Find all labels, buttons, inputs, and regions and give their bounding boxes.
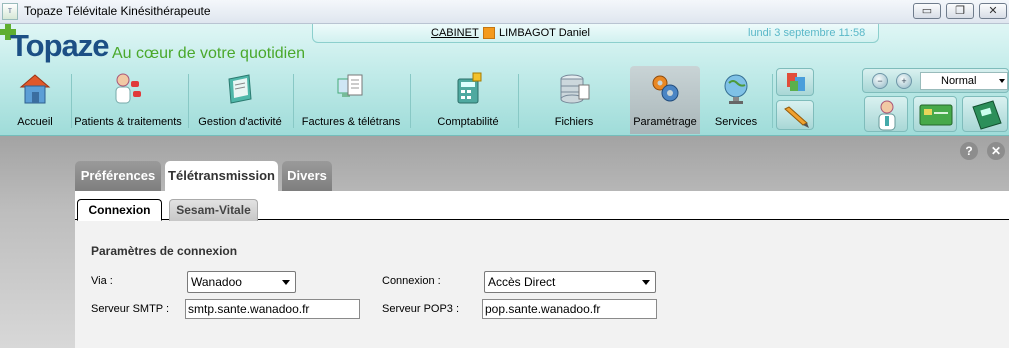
ribbon-label: Services (714, 116, 758, 128)
vitale-card-button[interactable] (913, 96, 957, 132)
ribbon-label: Paramétrage (633, 116, 697, 128)
app-logo: Topaze (10, 28, 109, 63)
zoom-in-button[interactable]: + (896, 73, 912, 89)
via-select[interactable]: Wanadoo (187, 271, 296, 293)
globe-icon (724, 74, 748, 104)
card-reader-button[interactable] (962, 96, 1008, 132)
ribbon-label: Fichiers (554, 116, 594, 128)
doctor-icon (878, 100, 896, 131)
ribbon-label: Patients & traitements (74, 116, 182, 128)
app-header: Topaze Au cœur de votre quotidien CABINE… (0, 24, 1009, 136)
user-color-indicator (483, 27, 495, 39)
connexion-select-value: Accès Direct (488, 275, 556, 289)
gears-icon (652, 75, 679, 102)
current-date: lundi 3 septembre 11:58 (748, 27, 866, 39)
ribbon-label: Accueil (17, 116, 53, 128)
smtp-label: Serveur SMTP : (91, 303, 170, 315)
house-icon (19, 74, 51, 104)
ribbon-label: Comptabilité (437, 116, 499, 128)
teletransmission-panel: Connexion Sesam-Vitale Paramètres de con… (75, 191, 1009, 348)
chevron-down-icon (999, 79, 1005, 83)
cabinet-link[interactable]: CABINET (431, 27, 479, 39)
tab-divers[interactable]: Divers (282, 161, 332, 191)
status-bar: CABINET LIMBAGOT Daniel lundi 3 septembr… (312, 24, 879, 43)
chevron-down-icon (282, 280, 290, 285)
ribbon-item-fichiers[interactable]: Fichiers (528, 66, 620, 134)
window-title: Topaze Télévitale Kinésithérapeute (24, 4, 211, 18)
section-title: Paramètres de connexion (91, 244, 238, 258)
patients-icon (115, 73, 141, 104)
ribbon-label: Factures & télétrans (301, 116, 401, 128)
invoices-icon (337, 74, 363, 97)
vitale-card-icon (919, 104, 953, 126)
close-window-button[interactable]: ✕ (979, 3, 1007, 19)
tools-button[interactable] (776, 68, 814, 96)
connexion-label: Connexion : (382, 275, 441, 287)
subtab-strip: Connexion Sesam-Vitale (75, 191, 1009, 221)
ribbon-item-factures[interactable]: Factures & télétrans (296, 66, 406, 134)
chevron-down-icon (642, 280, 650, 285)
card-reader-icon (972, 100, 1002, 130)
subtab-connexion[interactable]: Connexion (77, 199, 162, 221)
ribbon-item-parametrage[interactable]: Paramétrage (630, 66, 700, 134)
close-panel-button[interactable]: ✕ (987, 142, 1005, 160)
content-area: ? ✕ Préférences Télétransmission Divers … (0, 136, 1009, 348)
app-tagline: Au cœur de votre quotidien (112, 45, 305, 62)
zoom-select[interactable]: Normal (920, 72, 1008, 90)
calculator-icon (457, 72, 482, 104)
pop3-label: Serveur POP3 : (382, 303, 460, 315)
ribbon-label: Gestion d'activité (198, 116, 282, 128)
user-name: LIMBAGOT Daniel (499, 27, 590, 39)
ribbon-item-patients[interactable]: Patients & traitements (72, 66, 184, 134)
connexion-select[interactable]: Accès Direct (484, 271, 656, 293)
ribbon-item-comptabilite[interactable]: Comptabilité (420, 66, 516, 134)
help-button[interactable]: ? (960, 142, 978, 160)
tools-icon (787, 73, 805, 91)
ribbon-item-accueil[interactable]: Accueil (2, 66, 68, 134)
ribbon-item-services[interactable]: Services (706, 66, 766, 134)
zoom-panel: − + Normal (862, 68, 1009, 93)
pop3-server-input[interactable]: pop.sante.wanadoo.fr (482, 299, 657, 319)
tab-preferences[interactable]: Préférences (75, 161, 161, 191)
database-icon (560, 74, 590, 104)
ribbon-item-gestion[interactable]: Gestion d'activité (192, 66, 288, 134)
pencil-button[interactable] (776, 100, 814, 130)
zoom-out-button[interactable]: − (872, 73, 888, 89)
subtab-sesam-vitale[interactable]: Sesam-Vitale (169, 199, 258, 221)
minimize-button[interactable]: ▭ (913, 3, 941, 19)
pencil-icon (784, 106, 809, 128)
zoom-select-value: Normal (941, 75, 977, 87)
smtp-server-input[interactable]: smtp.sante.wanadoo.fr (185, 299, 360, 319)
via-select-value: Wanadoo (191, 275, 242, 289)
restore-button[interactable]: ❐ (946, 3, 974, 19)
tab-teletransmission[interactable]: Télétransmission (165, 161, 278, 191)
activity-icon (228, 74, 252, 104)
app-icon: T (2, 3, 18, 20)
window-title-bar: T Topaze Télévitale Kinésithérapeute ▭ ❐… (0, 0, 1009, 24)
via-label: Via : (91, 275, 113, 287)
doctor-button[interactable] (864, 96, 908, 132)
